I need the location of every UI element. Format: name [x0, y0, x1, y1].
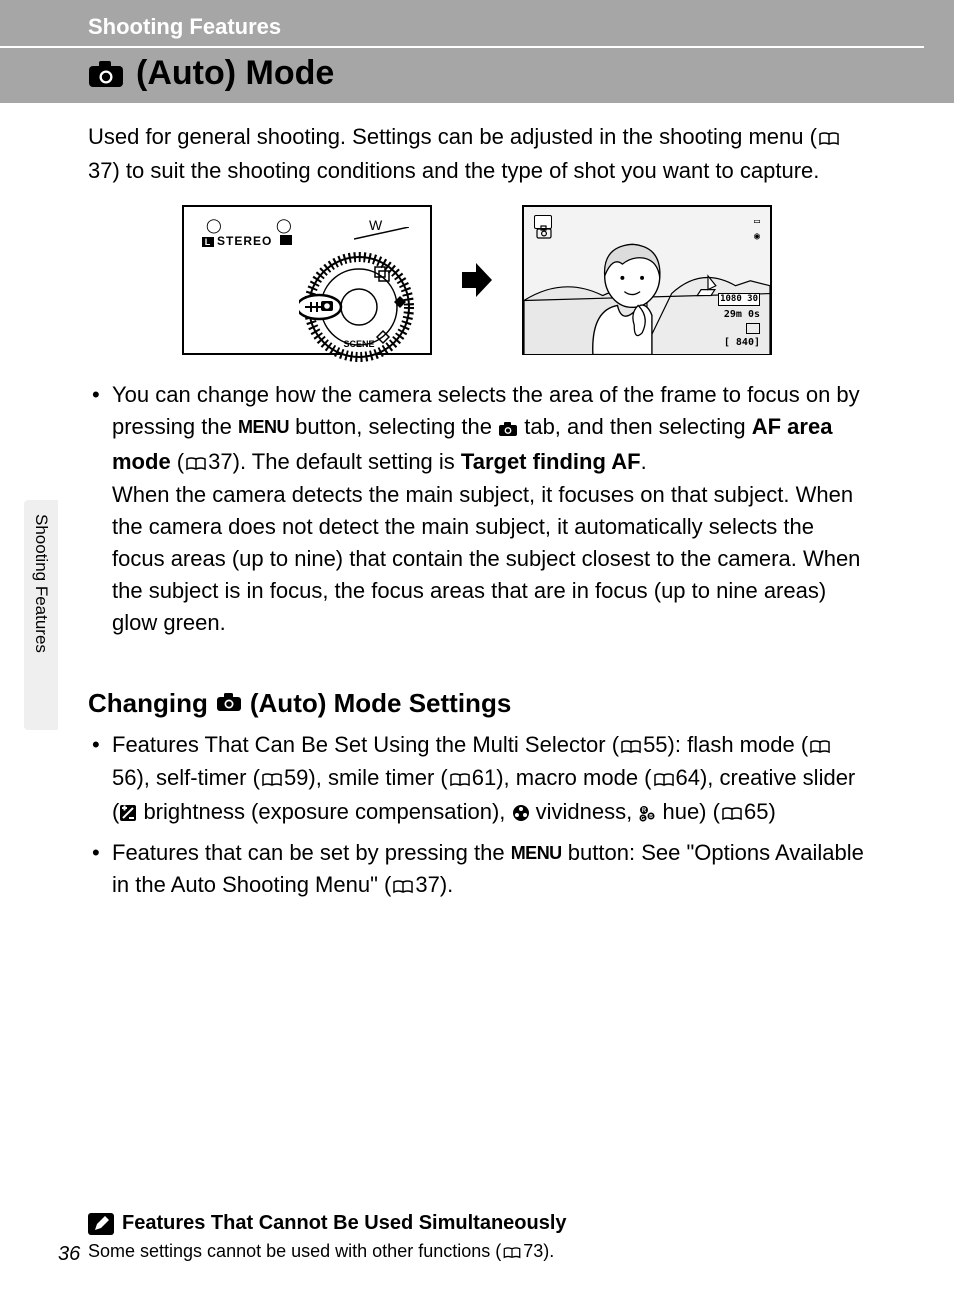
b1-b: button, selecting the: [289, 414, 498, 439]
bullet-menu-options: Features that can be set by pressing the…: [88, 837, 866, 903]
bullet-af-area: You can change how the camera selects th…: [88, 379, 866, 639]
side-tab: Shooting Features: [24, 500, 58, 730]
b1-ref: 37: [208, 449, 232, 474]
ref59: 59: [284, 765, 308, 790]
page-title-text: (Auto) Mode: [136, 54, 334, 93]
svg-text:SCENE: SCENE: [343, 339, 374, 349]
figure-dial: ◯ ◯ W LSTEREO: [182, 205, 432, 355]
b1-d: (: [171, 449, 184, 474]
b2b: ): flash mode (: [668, 732, 809, 757]
lcd-time: 29m 0s: [718, 308, 760, 321]
stereo-label: STEREO: [217, 234, 272, 248]
book-icon: [819, 123, 839, 155]
ref55: 55: [643, 732, 667, 757]
page-number: 36: [58, 1243, 80, 1266]
lcd-count: [ 840]: [718, 336, 760, 349]
book-icon: [654, 764, 674, 796]
intro-text-a: Used for general shooting. Settings can …: [88, 124, 817, 149]
lcd-res: 1080 30: [718, 293, 760, 307]
brightness-icon: [119, 799, 137, 831]
b2c: ), self-timer (: [136, 765, 259, 790]
intro-text-b: ) to suit the shooting conditions and th…: [112, 158, 819, 183]
target-finding-label: Target finding AF: [461, 449, 641, 474]
svg-text:B: B: [650, 814, 654, 820]
figure-row: ◯ ◯ W LSTEREO: [88, 205, 866, 355]
pencil-icon: [88, 1213, 114, 1235]
side-tab-label: Shooting Features: [31, 514, 51, 653]
ref64: 64: [676, 765, 700, 790]
bullet-multiselector: Features That Can Be Set Using the Multi…: [88, 729, 866, 832]
svg-text:G: G: [641, 816, 645, 822]
subhead-a: Changing: [88, 685, 208, 723]
note-title-text: Features That Cannot Be Used Simultaneou…: [122, 1212, 567, 1235]
b2h: vividness,: [530, 799, 639, 824]
screen-status-stack: ▭ ◉ 1080 30 29m 0s [ 840]: [718, 215, 760, 352]
camera-icon: [498, 414, 518, 446]
b1-e: ). The default setting is: [233, 449, 461, 474]
subheading: Changing (Auto) Mode Settings: [88, 685, 866, 723]
b3c: ).: [440, 872, 453, 897]
menu-label: MENU: [511, 840, 562, 866]
ref56: 56: [112, 765, 136, 790]
b1-f: .: [641, 449, 647, 474]
ref37b: 37: [415, 872, 439, 897]
b1-c: tab, and then selecting: [518, 414, 752, 439]
camera-mode-icon: [534, 215, 552, 229]
page-title: (Auto) Mode: [0, 48, 954, 103]
book-icon: [262, 764, 282, 796]
intro-paragraph: Used for general shooting. Settings can …: [88, 121, 866, 187]
intro-ref1: 37: [88, 158, 112, 183]
b2e: ), macro mode (: [496, 765, 651, 790]
section-label: Shooting Features: [0, 14, 924, 48]
camera-icon: [88, 60, 124, 88]
b2d: ), smile timer (: [308, 765, 447, 790]
book-icon: [503, 1243, 521, 1264]
b2g: brightness (exposure compensation),: [137, 799, 511, 824]
ref65: 65: [744, 799, 768, 824]
subhead-b: (Auto) Mode Settings: [250, 685, 511, 723]
svg-text:R: R: [642, 808, 647, 814]
b2i: hue) (: [656, 799, 720, 824]
book-icon: [810, 731, 830, 763]
book-icon: [393, 871, 413, 903]
header-band: Shooting Features (Auto) Mode: [0, 0, 954, 103]
note-b: ).: [543, 1241, 554, 1261]
note-a: Some settings cannot be used with other …: [88, 1241, 501, 1261]
note-body: Some settings cannot be used with other …: [88, 1241, 866, 1264]
b3a: Features that can be set by pressing the: [112, 840, 511, 865]
camera-icon: [216, 685, 242, 723]
b1-para2: When the camera detects the main subject…: [112, 482, 860, 635]
b2j: ): [768, 799, 775, 824]
vividness-icon: [512, 799, 530, 831]
hue-icon: RGB: [638, 799, 656, 831]
b2a: Features That Can Be Set Using the Multi…: [112, 732, 619, 757]
ref61: 61: [472, 765, 496, 790]
menu-label: MENU: [238, 414, 289, 440]
figure-screen: ▭ ◉ 1080 30 29m 0s [ 840]: [522, 205, 772, 355]
book-icon: [186, 448, 206, 480]
note-box: Features That Cannot Be Used Simultaneou…: [88, 1212, 866, 1264]
book-icon: [450, 764, 470, 796]
book-icon: [621, 731, 641, 763]
note-ref: 73: [523, 1241, 543, 1261]
arrow-right-icon: [462, 263, 492, 297]
book-icon: [722, 798, 742, 830]
